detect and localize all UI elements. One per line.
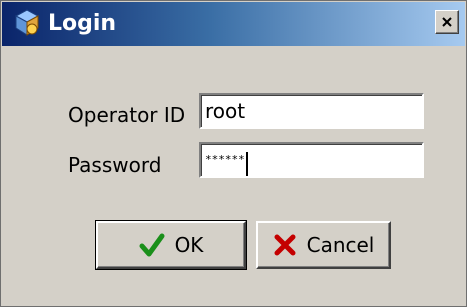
login-dialog: Login Operator ID root Password ****** O… bbox=[0, 0, 467, 307]
red-x-icon bbox=[274, 234, 296, 256]
window-title: Login bbox=[48, 11, 117, 36]
password-field[interactable]: ****** bbox=[199, 142, 424, 178]
password-value: ****** bbox=[205, 153, 245, 166]
cancel-button-label: Cancel bbox=[306, 233, 375, 257]
close-button[interactable] bbox=[435, 10, 459, 34]
ok-button[interactable]: OK bbox=[95, 220, 247, 270]
operator-id-label: Operator ID bbox=[68, 103, 186, 127]
ok-button-label: OK bbox=[174, 233, 204, 257]
operator-id-field[interactable]: root bbox=[199, 93, 424, 129]
close-icon bbox=[442, 17, 452, 27]
text-caret bbox=[245, 151, 248, 176]
cancel-button[interactable]: Cancel bbox=[256, 221, 391, 269]
password-label: Password bbox=[68, 153, 162, 177]
app-icon bbox=[12, 8, 42, 38]
checkmark-icon bbox=[139, 233, 165, 257]
title-bar[interactable]: Login bbox=[2, 2, 465, 46]
operator-id-value: root bbox=[205, 99, 246, 123]
